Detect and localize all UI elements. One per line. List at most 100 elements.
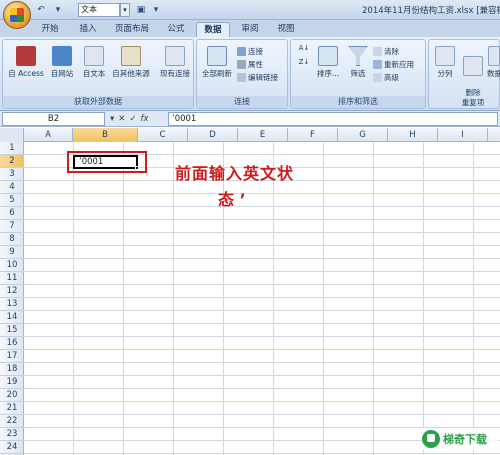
column-header[interactable]: H [388, 128, 438, 142]
edit-links-label: 编辑链接 [248, 73, 278, 82]
properties-button[interactable]: 属性 [237, 59, 263, 70]
select-all-corner[interactable] [0, 128, 24, 142]
row-header[interactable]: 16 [0, 337, 24, 350]
remove-duplicates-button[interactable]: 删除 重复项 [459, 46, 487, 108]
row-header[interactable]: 23 [0, 428, 24, 441]
filter-label: 筛选 [350, 69, 366, 78]
column-header[interactable]: C [138, 128, 188, 142]
refresh-icon [207, 46, 227, 66]
clear-button[interactable]: 清除 [373, 46, 399, 57]
row-header[interactable]: 15 [0, 324, 24, 337]
column-headers: A B C D E F G H I [0, 128, 500, 142]
row-header[interactable]: 24 [0, 441, 24, 454]
save-icon[interactable]: ▣ [134, 3, 148, 16]
cancel-icon[interactable]: ✕ [118, 112, 125, 126]
split-column-icon [435, 46, 455, 66]
row-header[interactable]: 8 [0, 233, 24, 246]
connections-button[interactable]: 连接 [237, 46, 263, 57]
group-external-data: 自 Access 自网站 自文本 自其他来源 现有连接 获取外部数据 [2, 39, 194, 109]
sort-za-icon[interactable]: Z↓ [295, 58, 313, 66]
existing-connections-button[interactable]: 现有连接 [157, 46, 193, 79]
column-header[interactable]: D [188, 128, 238, 142]
row-header[interactable]: 13 [0, 298, 24, 311]
existing-connection-label: 现有连接 [160, 69, 190, 78]
row-header[interactable]: 19 [0, 376, 24, 389]
row-header[interactable]: 1 [0, 142, 24, 155]
enter-icon[interactable]: ✓ [129, 112, 136, 126]
formula-input[interactable]: ’0001 [168, 112, 498, 126]
row-header[interactable]: 20 [0, 389, 24, 402]
column-header[interactable]: A [24, 128, 73, 142]
row-header[interactable]: 12 [0, 285, 24, 298]
row-header[interactable]: 11 [0, 272, 24, 285]
sort-label: 排序... [316, 69, 340, 78]
sort-az-icon[interactable]: A↓ [295, 44, 313, 52]
text-file-icon [84, 46, 104, 66]
from-text-button[interactable]: 自文本 [79, 46, 109, 79]
row-header[interactable]: 3 [0, 168, 24, 181]
row-header[interactable]: 9 [0, 246, 24, 259]
column-header[interactable]: I [438, 128, 488, 142]
web-icon [52, 46, 72, 66]
insert-function-icon[interactable]: fx [141, 112, 149, 126]
cell-grid[interactable] [24, 142, 500, 455]
group-sort-label: 排序和筛选 [291, 96, 425, 108]
filter-button[interactable]: 筛选 [345, 46, 371, 79]
from-access-button[interactable]: 自 Access [7, 46, 45, 79]
fill-handle[interactable] [135, 166, 139, 170]
customize-qat-icon[interactable]: ▾ [149, 3, 163, 16]
refresh-all-label: 全部刷新 [202, 69, 232, 78]
row-header[interactable]: 22 [0, 415, 24, 428]
tab-home[interactable]: 开始 [34, 22, 66, 37]
row-header[interactable]: 2 [0, 155, 24, 168]
font-dropdown-icon[interactable]: ▾ [120, 3, 130, 17]
active-cell-value: ’0001 [79, 157, 104, 167]
row-header[interactable]: 10 [0, 259, 24, 272]
row-header[interactable]: 4 [0, 181, 24, 194]
office-logo-icon [10, 8, 24, 22]
undo-icon[interactable]: ↶ [34, 3, 48, 16]
tab-data[interactable]: 数据 [196, 22, 230, 37]
data-validation-button[interactable]: 数据有效 [487, 46, 500, 79]
column-header[interactable]: B [73, 128, 138, 142]
dropdown-icon[interactable]: ▾ [110, 112, 114, 126]
connection-icon [237, 47, 246, 56]
row-header[interactable]: 5 [0, 194, 24, 207]
column-header[interactable]: F [288, 128, 338, 142]
access-icon [16, 46, 36, 66]
font-name-field[interactable]: 文本 [78, 3, 120, 17]
annotation-text-2: 态 ’ [218, 190, 246, 209]
column-header[interactable]: G [338, 128, 388, 142]
remove-duplicates-label: 删除 重复项 [461, 88, 485, 107]
name-box[interactable]: B2 [2, 112, 105, 126]
refresh-all-button[interactable]: 全部刷新 [199, 46, 235, 79]
edit-links-button[interactable]: 编辑链接 [237, 72, 278, 83]
from-web-button[interactable]: 自网站 [47, 46, 77, 79]
sort-button[interactable]: 排序... [313, 46, 343, 79]
row-header[interactable]: 7 [0, 220, 24, 233]
tab-insert[interactable]: 插入 [72, 22, 104, 37]
column-header[interactable]: E [238, 128, 288, 142]
text-to-columns-button[interactable]: 分列 [433, 46, 457, 79]
row-header[interactable]: 17 [0, 350, 24, 363]
advanced-button[interactable]: 高级 [373, 72, 399, 83]
row-header[interactable]: 6 [0, 207, 24, 220]
row-header[interactable]: 14 [0, 311, 24, 324]
row-header[interactable]: 21 [0, 402, 24, 415]
connections-label: 连接 [248, 47, 263, 56]
tab-view[interactable]: 视图 [270, 22, 302, 37]
group-connections: 全部刷新 连接 属性 编辑链接 连接 [196, 39, 288, 109]
watermark-logo-icon [422, 430, 440, 448]
properties-label: 属性 [248, 60, 263, 69]
office-button[interactable] [3, 1, 31, 29]
tab-review[interactable]: 审阅 [234, 22, 266, 37]
tab-formulas[interactable]: 公式 [160, 22, 192, 37]
active-cell[interactable]: ’0001 [73, 155, 139, 170]
tab-page-layout[interactable]: 页面布局 [108, 22, 156, 37]
from-web-label: 自网站 [50, 69, 74, 78]
reapply-button[interactable]: 重新应用 [373, 59, 414, 70]
redo-icon[interactable]: ▾ [51, 3, 65, 16]
from-other-sources-button[interactable]: 自其他来源 [109, 46, 153, 79]
row-header[interactable]: 18 [0, 363, 24, 376]
data-validation-label: 数据有效 [487, 69, 500, 78]
